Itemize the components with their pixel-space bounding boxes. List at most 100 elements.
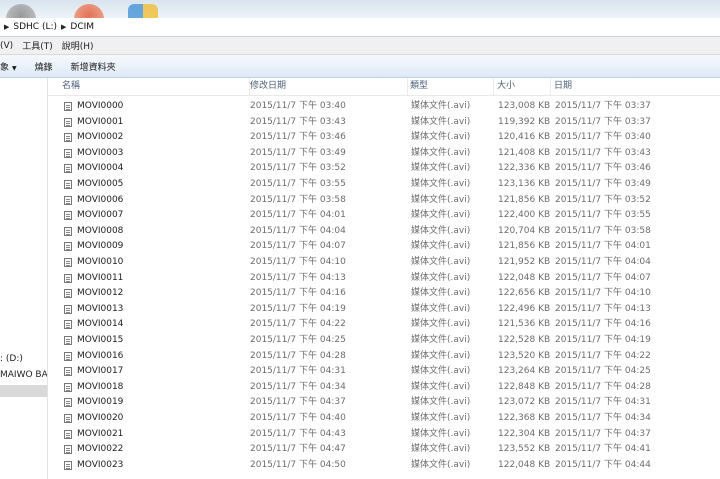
file-type: 媒体文件(.avi) bbox=[411, 225, 471, 236]
table-row[interactable]: MOVI0000 2015/11/7 下午 03:40 媒体文件(.avi) 123,… bbox=[48, 99, 720, 115]
table-row[interactable]: MOVI0012 2015/11/7 下午 04:16 媒体文件(.avi) 122,… bbox=[48, 286, 720, 302]
file-name: MOVI0023 bbox=[77, 459, 124, 470]
file-size: 121,408 KB bbox=[498, 147, 551, 158]
table-row[interactable]: MOVI0013 2015/11/7 下午 04:19 媒体文件(.avi) 122,… bbox=[48, 302, 720, 318]
menu-view[interactable]: (V) bbox=[0, 41, 13, 51]
breadcrumb-sdhc[interactable]: SDHC (L:) bbox=[13, 22, 57, 32]
file-name: MOVI0006 bbox=[77, 194, 124, 205]
file-type: 媒体文件(.avi) bbox=[411, 381, 471, 392]
file-modified: 2015/11/7 下午 03:58 bbox=[250, 194, 346, 205]
breadcrumb-arrow-icon[interactable]: ▶ bbox=[4, 23, 9, 31]
file-type: 媒体文件(.avi) bbox=[411, 179, 471, 189]
file-date: 2015/11/7 下午 04:04 bbox=[555, 257, 651, 267]
file-modified: 2015/11/7 下午 04:31 bbox=[250, 366, 346, 377]
nav-selected-item[interactable] bbox=[0, 385, 47, 397]
file-date: 2015/11/7 下午 04:44 bbox=[555, 459, 651, 470]
table-row[interactable]: MOVI0009 2015/11/7 下午 04:07 媒体文件(.avi) 121,… bbox=[48, 239, 720, 255]
column-header: 名稱 修改日期 類型 大小 日期 bbox=[48, 78, 720, 96]
file-name: MOVI0001 bbox=[77, 116, 124, 127]
column-header-modified[interactable]: 修改日期 bbox=[244, 78, 408, 95]
table-row[interactable]: MOVI0008 2015/11/7 下午 04:04 媒体文件(.avi) 120,… bbox=[48, 224, 720, 240]
file-name: MOVI0012 bbox=[77, 288, 124, 299]
file-date: 2015/11/7 下午 04:41 bbox=[555, 444, 651, 455]
table-row[interactable]: MOVI0001 2015/11/7 下午 03:43 媒体文件(.avi) 119,… bbox=[48, 115, 720, 131]
breadcrumb-dcim[interactable]: DCIM bbox=[70, 22, 94, 32]
file-type: 媒体文件(.avi) bbox=[411, 319, 471, 330]
column-header-size[interactable]: 大小 bbox=[491, 78, 551, 95]
file-modified: 2015/11/7 下午 04:40 bbox=[250, 413, 346, 423]
nav-item-maiwo-backup[interactable]: MAIWO BACK bbox=[0, 370, 47, 380]
table-row[interactable]: MOVI0010 2015/11/7 下午 04:10 媒体文件(.avi) 121,… bbox=[48, 255, 720, 271]
file-type: 媒体文件(.avi) bbox=[411, 288, 471, 299]
file-modified: 2015/11/7 下午 03:52 bbox=[250, 163, 346, 174]
table-row[interactable]: MOVI0015 2015/11/7 下午 04:25 媒体文件(.avi) 122,… bbox=[48, 333, 720, 349]
organize-button[interactable]: 象 ▼ bbox=[0, 60, 17, 73]
table-row[interactable]: MOVI0021 2015/11/7 下午 04:43 媒体文件(.avi) 122,… bbox=[48, 427, 720, 443]
table-row[interactable]: MOVI0003 2015/11/7 下午 03:49 媒体文件(.avi) 121,… bbox=[48, 146, 720, 162]
menu-tools[interactable]: 工具(T) bbox=[22, 39, 53, 52]
file-name: MOVI0008 bbox=[77, 225, 124, 236]
file-size: 121,856 KB bbox=[498, 194, 551, 205]
chevron-down-icon: ▼ bbox=[12, 64, 17, 72]
file-modified: 2015/11/7 下午 04:01 bbox=[250, 210, 346, 221]
burn-button[interactable]: 燒錄 bbox=[35, 60, 53, 73]
column-header-name[interactable]: 名稱 bbox=[56, 78, 250, 95]
file-modified: 2015/11/7 下午 04:16 bbox=[250, 288, 346, 299]
file-type: 媒体文件(.avi) bbox=[411, 210, 471, 221]
file-size: 122,848 KB bbox=[498, 381, 551, 392]
file-name: MOVI0014 bbox=[77, 319, 124, 330]
desktop-app-icon[interactable] bbox=[74, 4, 104, 18]
file-name: MOVI0004 bbox=[77, 163, 124, 174]
file-date: 2015/11/7 下午 03:55 bbox=[555, 210, 651, 221]
file-modified: 2015/11/7 下午 03:43 bbox=[250, 116, 346, 127]
file-list: MOVI0000 2015/11/7 下午 03:40 媒体文件(.avi) 123,… bbox=[48, 99, 720, 479]
table-row[interactable]: MOVI0018 2015/11/7 下午 04:34 媒体文件(.avi) 122,… bbox=[48, 380, 720, 396]
file-name: MOVI0017 bbox=[77, 366, 124, 377]
file-date: 2015/11/7 下午 04:01 bbox=[555, 241, 651, 252]
address-bar[interactable]: ▶ SDHC (L:) ▶ DCIM bbox=[0, 18, 720, 37]
table-row[interactable]: MOVI0011 2015/11/7 下午 04:13 媒体文件(.avi) 122,… bbox=[48, 271, 720, 287]
table-row[interactable]: MOVI0022 2015/11/7 下午 04:47 媒体文件(.avi) 123,… bbox=[48, 442, 720, 458]
table-row[interactable]: MOVI0016 2015/11/7 下午 04:28 媒体文件(.avi) 123,… bbox=[48, 349, 720, 365]
file-size: 120,416 KB bbox=[498, 132, 551, 143]
file-modified: 2015/11/7 下午 03:40 bbox=[250, 101, 346, 111]
file-size: 122,048 KB bbox=[498, 272, 551, 283]
table-row[interactable]: MOVI0014 2015/11/7 下午 04:22 媒体文件(.avi) 121,… bbox=[48, 317, 720, 333]
menu-help[interactable]: 說明(H) bbox=[62, 39, 94, 52]
new-folder-button[interactable]: 新增資料夾 bbox=[71, 60, 116, 73]
table-row[interactable]: MOVI0007 2015/11/7 下午 04:01 媒体文件(.avi) 122,… bbox=[48, 208, 720, 224]
table-row[interactable]: MOVI0005 2015/11/7 下午 03:55 媒体文件(.avi) 123,… bbox=[48, 177, 720, 193]
column-header-type[interactable]: 類型 bbox=[404, 78, 494, 95]
nav-item-drive-d[interactable]: : (D:) bbox=[0, 354, 23, 364]
table-row[interactable]: MOVI0006 2015/11/7 下午 03:58 媒体文件(.avi) 121,… bbox=[48, 193, 720, 209]
table-row[interactable]: MOVI0020 2015/11/7 下午 04:40 媒体文件(.avi) 122,… bbox=[48, 411, 720, 427]
file-type: 媒体文件(.avi) bbox=[411, 116, 471, 127]
table-row[interactable]: MOVI0019 2015/11/7 下午 04:37 媒体文件(.avi) 123,… bbox=[48, 395, 720, 411]
menu-bar: (V) 工具(T) 說明(H) bbox=[0, 37, 720, 55]
file-name: MOVI0002 bbox=[77, 132, 124, 143]
desktop-app-icon[interactable] bbox=[6, 4, 36, 18]
table-row[interactable]: MOVI0004 2015/11/7 下午 03:52 媒体文件(.avi) 122,… bbox=[48, 161, 720, 177]
table-row[interactable]: MOVI0023 2015/11/7 下午 04:50 媒体文件(.avi) 122,… bbox=[48, 458, 720, 474]
breadcrumb-arrow-icon[interactable]: ▶ bbox=[61, 23, 66, 31]
file-date: 2015/11/7 下午 04:37 bbox=[555, 428, 651, 439]
file-date: 2015/11/7 下午 04:34 bbox=[555, 413, 651, 423]
file-type: 媒体文件(.avi) bbox=[411, 101, 471, 111]
desktop-app-icon[interactable] bbox=[128, 4, 158, 18]
file-date: 2015/11/7 下午 03:40 bbox=[555, 132, 651, 143]
file-type: 媒体文件(.avi) bbox=[411, 413, 471, 423]
table-row[interactable]: MOVI0017 2015/11/7 下午 04:31 媒体文件(.avi) 123,… bbox=[48, 364, 720, 380]
file-type: 媒体文件(.avi) bbox=[411, 132, 471, 143]
file-size: 123,552 KB bbox=[498, 444, 551, 455]
column-header-date[interactable]: 日期 bbox=[548, 78, 720, 95]
file-modified: 2015/11/7 下午 04:50 bbox=[250, 459, 346, 470]
file-size: 123,136 KB bbox=[498, 179, 551, 189]
file-name: MOVI0013 bbox=[77, 303, 124, 314]
file-size: 122,048 KB bbox=[498, 459, 551, 470]
table-row[interactable]: MOVI0002 2015/11/7 下午 03:46 媒体文件(.avi) 120,… bbox=[48, 130, 720, 146]
file-name: MOVI0007 bbox=[77, 210, 124, 221]
navigation-pane: : (D:) MAIWO BACK bbox=[0, 78, 48, 479]
file-name: MOVI0015 bbox=[77, 335, 124, 345]
file-modified: 2015/11/7 下午 04:07 bbox=[250, 241, 346, 252]
file-date: 2015/11/7 下午 03:37 bbox=[555, 116, 651, 127]
